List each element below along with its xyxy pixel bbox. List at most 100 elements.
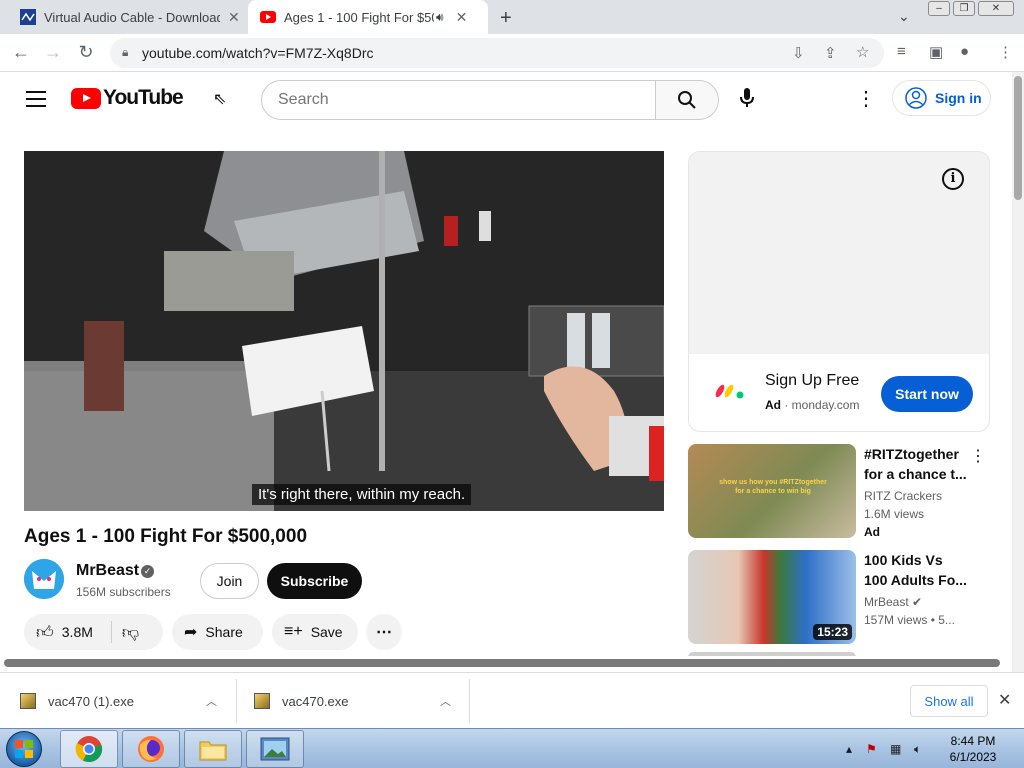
tab-title: Ages 1 - 100 Fight For $500,0 xyxy=(284,9,434,25)
tab-youtube-video[interactable]: Ages 1 - 100 Fight For $500,0 🔊︎ ✕ xyxy=(248,0,488,34)
action-center-icon[interactable]: ⚑ xyxy=(866,742,877,756)
video-player[interactable]: It's right there, within my reach. xyxy=(24,151,664,511)
new-tab-icon[interactable]: + xyxy=(500,7,512,30)
maximize-button[interactable]: ❐ xyxy=(953,1,975,16)
vertical-scrollbar[interactable] xyxy=(1012,72,1024,672)
subscribe-button[interactable]: Subscribe xyxy=(267,563,362,599)
sign-in-label: Sign in xyxy=(935,90,982,106)
download-item[interactable]: vac470 (1).exe ︿ xyxy=(20,673,236,729)
windows-logo-icon xyxy=(15,740,33,758)
taskbar-chrome[interactable] xyxy=(60,730,118,768)
upload-age: 5... xyxy=(938,613,955,627)
recommendation-item[interactable]: show us how you #RITZtogether for a chan… xyxy=(688,444,990,539)
scrollbar-thumb[interactable] xyxy=(4,659,1000,667)
lock-icon[interactable]: 🔒︎ xyxy=(122,45,128,60)
url-text[interactable]: youtube.com/watch?v=FM7Z-Xq8Drc xyxy=(142,45,373,61)
share-icon[interactable]: ⇪ xyxy=(824,44,837,62)
settings-more-icon[interactable]: ⋮ xyxy=(856,86,876,111)
taskbar-explorer[interactable] xyxy=(184,730,242,768)
close-window-button[interactable]: ✕ xyxy=(978,1,1014,16)
video-thumbnail[interactable]: show us how you #RITZtogether for a chan… xyxy=(688,444,856,538)
thumbnail-text: show us how you #RITZtogether for a chan… xyxy=(719,479,827,495)
folder-icon xyxy=(199,741,227,761)
save-button[interactable]: ≡+ Save xyxy=(272,614,358,650)
like-count[interactable]: 3.8M xyxy=(62,624,93,640)
recommendation-title[interactable]: #RITZtogether for a chance t... xyxy=(864,444,968,484)
media-control-icon[interactable]: ≡ xyxy=(897,43,906,60)
taskbar-photo-viewer[interactable] xyxy=(246,730,304,768)
recommendation-item[interactable]: 15:23 100 Kids Vs 100 Adults Fo... MrBea… xyxy=(688,550,990,644)
address-bar[interactable]: 🔒︎ youtube.com/watch?v=FM7Z-Xq8Drc ⇩ ⇪ ☆ xyxy=(110,38,884,68)
forward-icon[interactable]: → xyxy=(42,42,64,63)
close-icon[interactable]: ✕ xyxy=(228,9,240,26)
vac-favicon-icon xyxy=(20,9,36,25)
system-clock[interactable]: 8:44 PM 6/1/2023 xyxy=(940,733,1006,765)
start-now-button[interactable]: Start now xyxy=(881,376,973,412)
thumbs-down-icon[interactable]: 👎︎ xyxy=(122,622,139,643)
more-vertical-icon[interactable]: ⋮ xyxy=(970,446,986,466)
minimize-button[interactable]: – xyxy=(928,1,950,16)
download-filename[interactable]: vac470.exe xyxy=(282,694,349,709)
profile-icon[interactable]: ● xyxy=(960,43,969,60)
more-horizontal-icon: ⋯ xyxy=(376,624,392,641)
youtube-header: YouTube ⇖ ⋮ Sign in xyxy=(0,72,1012,128)
more-actions-button[interactable]: ⋯ xyxy=(366,614,402,650)
back-icon[interactable]: ← xyxy=(10,42,32,63)
chevron-up-icon[interactable]: ︿ xyxy=(440,693,451,709)
speaker-icon[interactable]: 🔊︎ xyxy=(436,10,444,25)
join-button[interactable]: Join xyxy=(200,563,259,599)
search-input[interactable] xyxy=(262,81,656,119)
tab-title: Virtual Audio Cable - Downloads xyxy=(44,9,220,25)
close-icon[interactable]: ✕ xyxy=(456,9,468,26)
video-thumbnail[interactable]: 15:23 xyxy=(688,550,856,644)
video-title: Ages 1 - 100 Fight For $500,000 xyxy=(24,526,308,547)
close-icon[interactable]: ✕ xyxy=(998,690,1011,710)
youtube-logo[interactable]: YouTube xyxy=(71,86,184,110)
share-label: Share xyxy=(205,624,243,640)
taskbar-firefox[interactable] xyxy=(122,730,180,768)
channel-name[interactable]: MrBeast xyxy=(76,562,139,580)
volume-icon[interactable]: 🔈︎ xyxy=(914,742,921,757)
video-caption: It's right there, within my reach. xyxy=(252,484,472,505)
ad-card[interactable]: i Sign Up Free Ad · monday.com Start now xyxy=(688,151,990,432)
chrome-icon xyxy=(75,736,103,763)
show-hidden-icons-icon[interactable]: ▴ xyxy=(846,742,852,756)
channel-name: MrBeast xyxy=(864,595,909,609)
star-icon[interactable]: ☆ xyxy=(856,43,869,61)
download-filename[interactable]: vac470 (1).exe xyxy=(48,694,134,709)
ad-title[interactable]: Sign Up Free xyxy=(765,372,859,390)
search-box[interactable] xyxy=(261,80,656,120)
channel-avatar[interactable] xyxy=(24,559,64,599)
share-button[interactable]: ➦ Share xyxy=(172,614,263,650)
tab-virtual-audio-cable[interactable]: Virtual Audio Cable - Downloads ✕ xyxy=(8,0,248,34)
install-icon[interactable]: ⇩ xyxy=(792,44,805,62)
recommendation-channel: MrBeast ✔ xyxy=(864,595,922,609)
network-icon[interactable]: ▦ xyxy=(890,742,901,756)
windows-taskbar: ▴ ⚑ ▦ 🔈︎ 8:44 PM 6/1/2023 xyxy=(0,728,1024,768)
horizontal-scrollbar[interactable] xyxy=(0,656,1012,670)
thumbs-up-icon[interactable]: 👍︎ xyxy=(36,622,54,643)
like-dislike-group: 👍︎ 3.8M 👎︎ xyxy=(24,614,163,650)
browser-toolbar: ← → ↻ 🔒︎ youtube.com/watch?v=FM7Z-Xq8Drc… xyxy=(0,34,1024,72)
info-icon[interactable]: i xyxy=(942,168,964,190)
download-item[interactable]: vac470.exe ︿ xyxy=(254,673,468,729)
menu-icon[interactable]: ⋮ xyxy=(998,43,1013,61)
verified-icon: ✓ xyxy=(141,565,154,578)
show-all-button[interactable]: Show all xyxy=(910,685,988,717)
monday-logo-icon xyxy=(715,384,744,399)
side-panel-icon[interactable]: ▣ xyxy=(929,43,943,61)
recommendation-title[interactable]: 100 Kids Vs 100 Adults Fo... xyxy=(864,550,968,590)
reload-icon[interactable]: ↻ xyxy=(75,42,97,63)
save-label: Save xyxy=(310,624,343,640)
sign-in-button[interactable]: Sign in xyxy=(892,80,991,116)
scrollbar-thumb[interactable] xyxy=(1014,76,1022,200)
recommendation-views: 1.6M views xyxy=(864,507,925,521)
mouse-cursor-icon: ⇖ xyxy=(213,91,227,108)
voice-search-button[interactable] xyxy=(733,84,761,112)
search-button[interactable] xyxy=(655,80,719,120)
start-button[interactable] xyxy=(6,731,42,767)
video-duration: 15:23 xyxy=(813,624,852,640)
hamburger-menu-icon[interactable] xyxy=(26,91,46,107)
chevron-up-icon[interactable]: ︿ xyxy=(206,693,217,709)
chevron-down-icon[interactable]: ⌄ xyxy=(898,8,910,25)
